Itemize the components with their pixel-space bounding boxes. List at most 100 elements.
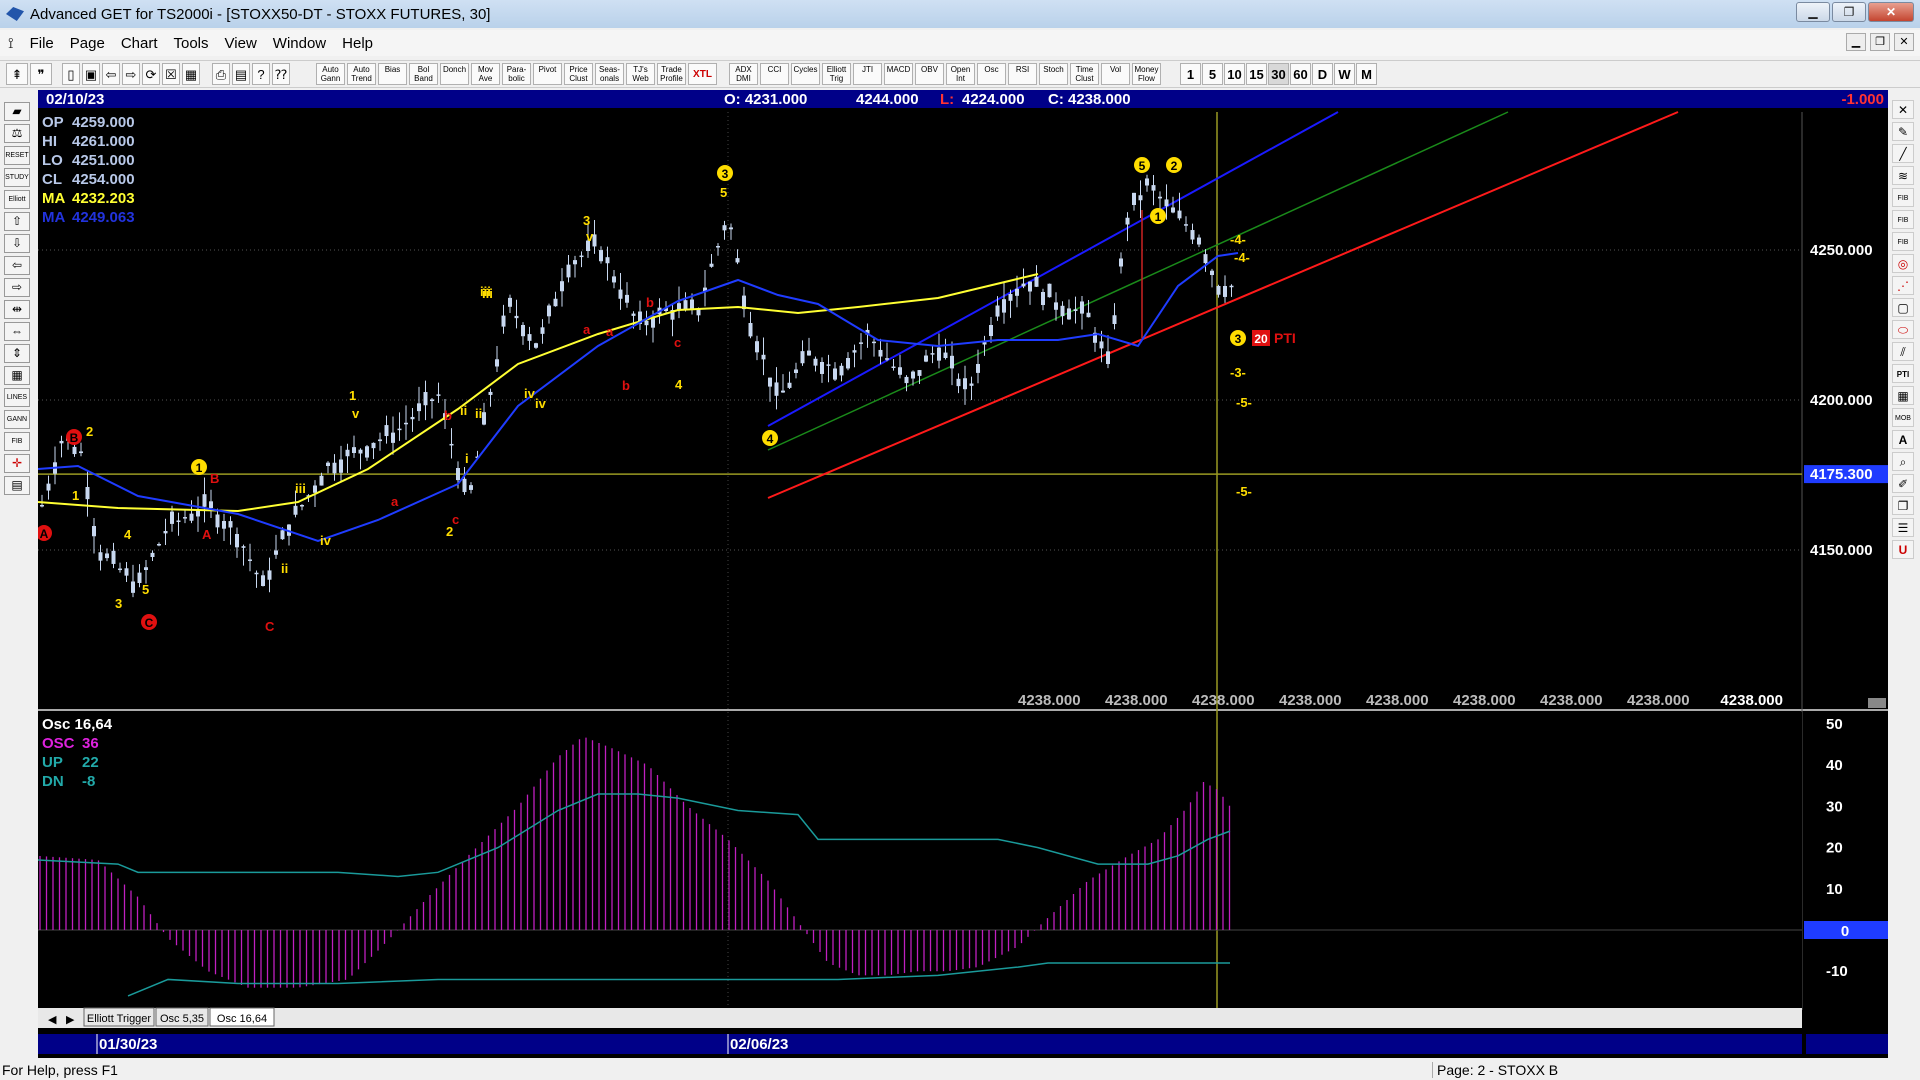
- menu-page[interactable]: Page: [62, 35, 113, 52]
- back-icon[interactable]: ⇦: [102, 63, 120, 85]
- study-button-adx-dmi[interactable]: ADX DMI: [729, 63, 758, 85]
- channel-icon[interactable]: ≋: [1892, 166, 1914, 185]
- layout-icon[interactable]: ▤: [232, 63, 250, 85]
- new-icon[interactable]: ▯: [62, 63, 80, 85]
- scale-icon[interactable]: ⚖: [4, 124, 30, 143]
- study-button-cci[interactable]: CCI: [760, 63, 789, 85]
- maximize-button[interactable]: ❐: [1832, 2, 1866, 22]
- study-button-rsi[interactable]: RSI: [1008, 63, 1037, 85]
- fib-time-icon[interactable]: FIB: [1892, 232, 1914, 251]
- study-button-osc[interactable]: Osc: [977, 63, 1006, 85]
- study-button-price-clust[interactable]: Price Clust: [564, 63, 593, 85]
- list-icon[interactable]: ☰: [1892, 518, 1914, 537]
- minimize-button[interactable]: ▁: [1796, 2, 1830, 22]
- reset-icon[interactable]: RESET: [4, 146, 30, 165]
- box-icon[interactable]: ▢: [1892, 298, 1914, 317]
- study-icon[interactable]: STUDY: [4, 168, 30, 187]
- tab-label[interactable]: Osc 16,64: [217, 1013, 267, 1025]
- study-button-cycles[interactable]: Cycles: [791, 63, 820, 85]
- tab-prev-button[interactable]: ◀: [48, 1014, 57, 1026]
- study-button-pivot[interactable]: Pivot: [533, 63, 562, 85]
- fan-icon[interactable]: ⋰: [1892, 276, 1914, 295]
- lines-icon[interactable]: LINES: [4, 388, 30, 407]
- study-button-money-flow[interactable]: Money Flow: [1132, 63, 1161, 85]
- elliott-icon[interactable]: Elliott: [4, 190, 30, 209]
- arrow-down-icon[interactable]: ⇩: [4, 234, 30, 253]
- study-button-auto-gann[interactable]: Auto Gann: [316, 63, 345, 85]
- period-button-30[interactable]: 30: [1268, 63, 1289, 85]
- magnify-icon[interactable]: ⌕: [1892, 452, 1914, 471]
- menu-help[interactable]: Help: [334, 35, 381, 52]
- study-button-time-clust[interactable]: Time Clust: [1070, 63, 1099, 85]
- expand-icon[interactable]: ⇔: [4, 322, 30, 341]
- tab-label[interactable]: Elliott Trigger: [87, 1013, 152, 1025]
- study-button-open-int[interactable]: Open Int: [946, 63, 975, 85]
- study-button-xtl[interactable]: XTL: [688, 63, 717, 85]
- period-button-10[interactable]: 10: [1224, 63, 1245, 85]
- chart-canvas[interactable]: 02/10/23 O: 4231.000 4244.000 L: 4224.00…: [36, 90, 1888, 1058]
- mdi-close-button[interactable]: ✕: [1894, 33, 1914, 51]
- fib-ext-icon[interactable]: FIB: [1892, 210, 1914, 229]
- study-button-jti[interactable]: JTI: [853, 63, 882, 85]
- study-button-vol[interactable]: Vol: [1101, 63, 1130, 85]
- gann-fan-icon[interactable]: ⫽: [1892, 342, 1914, 361]
- refresh-icon[interactable]: ⟳: [142, 63, 160, 85]
- mob-icon[interactable]: MOB: [1892, 408, 1914, 427]
- study-button-obv[interactable]: OBV: [915, 63, 944, 85]
- menu-chart[interactable]: Chart: [113, 35, 166, 52]
- print-icon[interactable]: ⎙: [212, 63, 230, 85]
- period-button-60[interactable]: 60: [1290, 63, 1311, 85]
- grid-icon[interactable]: ▦: [182, 63, 200, 85]
- bars-icon[interactable]: ▦: [4, 366, 30, 385]
- zoom-icon[interactable]: ⇕: [4, 344, 30, 363]
- pencil-icon[interactable]: ✎: [1892, 122, 1914, 141]
- table-icon[interactable]: ▦: [1892, 386, 1914, 405]
- help-icon[interactable]: ?: [252, 63, 270, 85]
- study-button-para-bolic[interactable]: Para- bolic: [502, 63, 531, 85]
- doc-icon[interactable]: ⟟: [0, 35, 22, 52]
- mdi-minimize-button[interactable]: ▁: [1846, 33, 1866, 51]
- period-button-15[interactable]: 15: [1246, 63, 1267, 85]
- study-button-mov-ave[interactable]: Mov Ave: [471, 63, 500, 85]
- fib-icon[interactable]: FIB: [4, 432, 30, 451]
- ellipse-icon[interactable]: ⬭: [1892, 320, 1914, 339]
- circle-icon[interactable]: ◎: [1892, 254, 1914, 273]
- open-icon[interactable]: ▣: [82, 63, 100, 85]
- fib-ret-icon[interactable]: FIB: [1892, 188, 1914, 207]
- gann-icon[interactable]: GANN: [4, 410, 30, 429]
- crosshair-icon[interactable]: ✛: [4, 454, 30, 473]
- copy-icon[interactable]: ❐: [1892, 496, 1914, 515]
- arrow-left-icon[interactable]: ⇦: [4, 256, 30, 275]
- quote-icon[interactable]: ❞: [30, 63, 52, 85]
- forward-icon[interactable]: ⇨: [122, 63, 140, 85]
- delete-icon[interactable]: ☒: [162, 63, 180, 85]
- oscillator-pane[interactable]: Osc 16,64 OSC 36 UP 22 DN -8 50 40 30 20 10 -10 0: [37, 712, 1888, 1008]
- compress-icon[interactable]: ⇹: [4, 300, 30, 319]
- tab-next-button[interactable]: ▶: [66, 1014, 75, 1026]
- study-button-donch[interactable]: Donch: [440, 63, 469, 85]
- chart-window[interactable]: 02/10/23 O: 4231.000 4244.000 L: 4224.00…: [36, 90, 1888, 1058]
- tab-label[interactable]: Osc 5,35: [160, 1013, 204, 1025]
- line-tool-icon[interactable]: ╱: [1892, 144, 1914, 163]
- arrow-up-icon[interactable]: ⇧: [4, 212, 30, 231]
- mdi-restore-button[interactable]: ❐: [1870, 33, 1890, 51]
- folder-icon[interactable]: ▰: [4, 102, 30, 121]
- close-button[interactable]: ✕: [1868, 2, 1914, 22]
- menu-view[interactable]: View: [217, 35, 265, 52]
- study-button-seas-onals[interactable]: Seas- onals: [595, 63, 624, 85]
- study-button-tj-s-web[interactable]: TJ's Web: [626, 63, 655, 85]
- paint-icon[interactable]: ✐: [1892, 474, 1914, 493]
- menu-window[interactable]: Window: [265, 35, 334, 52]
- period-button-5[interactable]: 5: [1202, 63, 1223, 85]
- period-button-1[interactable]: 1: [1180, 63, 1201, 85]
- context-help-icon[interactable]: ⁇: [272, 63, 290, 85]
- study-button-macd[interactable]: MACD: [884, 63, 913, 85]
- period-button-m[interactable]: M: [1356, 63, 1377, 85]
- pti-icon[interactable]: PTI: [1892, 364, 1914, 383]
- study-button-auto-trend[interactable]: Auto Trend: [347, 63, 376, 85]
- period-button-d[interactable]: D: [1312, 63, 1333, 85]
- study-button-stoch[interactable]: Stoch: [1039, 63, 1068, 85]
- study-button-trade-profile[interactable]: Trade Profile: [657, 63, 686, 85]
- close-tool-icon[interactable]: ✕: [1892, 100, 1914, 119]
- study-button-bias[interactable]: Bias: [378, 63, 407, 85]
